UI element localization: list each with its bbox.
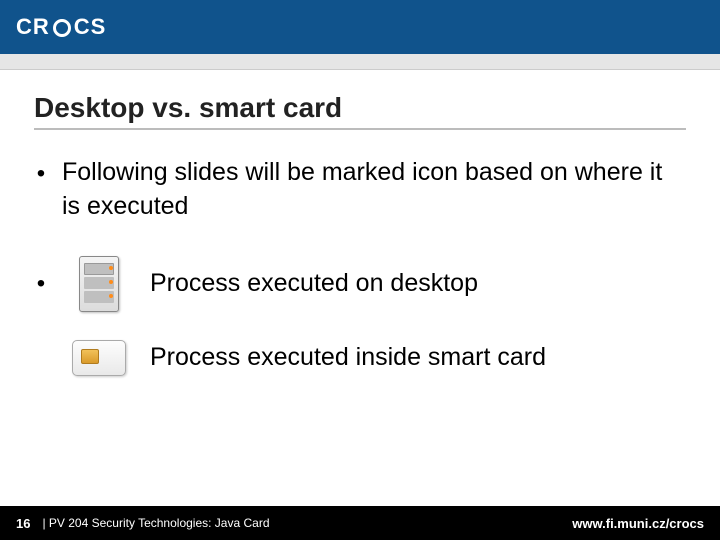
footer-bar: 16 | PV 204 Security Technologies: Java … [0,506,720,540]
bullet-row-main: • Following slides will be marked icon b… [34,156,686,224]
smartcard-label: Process executed inside smart card [150,343,546,372]
smartcard-icon-box [70,340,128,376]
slide-title: Desktop vs. smart card [34,92,686,130]
slide: CR CS Desktop vs. smart card • Following… [0,0,720,540]
desktop-label: Process executed on desktop [150,269,478,298]
server-icon-box [70,256,128,312]
row-desktop: • Process executed on desktop [34,256,686,312]
footer-course: | PV 204 Security Technologies: Java Car… [42,516,269,530]
smartcard-icon [72,340,126,376]
footer-url: www.fi.muni.cz/crocs [572,516,704,531]
bullet-text-main: Following slides will be marked icon bas… [62,156,686,224]
row-smartcard: Process executed inside smart card [34,340,686,376]
crocs-logo: CR CS [16,14,106,40]
bullet-dot-icon: • [34,156,48,189]
bullet-dot-icon: • [34,270,48,298]
sub-header-bar [0,54,720,70]
page-number: 16 [16,516,30,531]
header-bar: CR CS [0,0,720,54]
footer-left: 16 | PV 204 Security Technologies: Java … [16,516,270,531]
content-area: Desktop vs. smart card • Following slide… [0,70,720,506]
server-icon [79,256,119,312]
ring-icon [53,19,71,37]
